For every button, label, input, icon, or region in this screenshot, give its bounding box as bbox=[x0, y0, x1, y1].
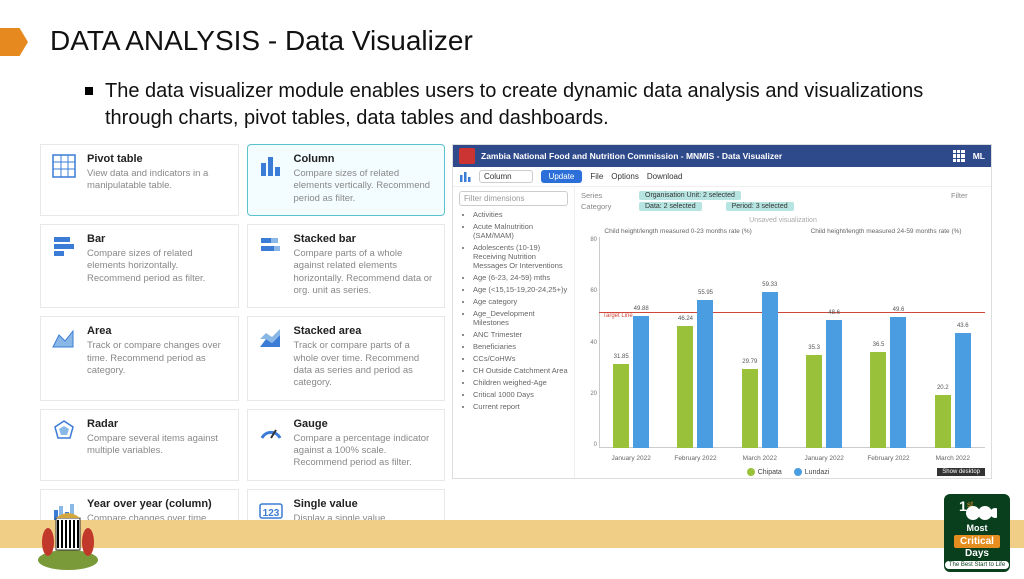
bar: 48.6 bbox=[826, 320, 842, 448]
viz-type-cards: Pivot tableView data and indicators in a… bbox=[40, 144, 445, 561]
menu-file[interactable]: File bbox=[590, 172, 603, 181]
chart-area: Series Organisation Unit: 2 selected Fil… bbox=[575, 187, 991, 478]
viz-card-radar[interactable]: RadarCompare several items against multi… bbox=[40, 409, 239, 481]
bar: 55.95 bbox=[697, 300, 713, 448]
bar: 49.88 bbox=[633, 316, 649, 448]
pivot-table-icon bbox=[51, 153, 77, 179]
dimension-item[interactable]: Children weighed-Age bbox=[473, 378, 568, 387]
column-icon bbox=[459, 171, 471, 183]
dimension-item[interactable]: Age (6-23, 24-59) mths bbox=[473, 273, 568, 282]
viz-card-pivot-table[interactable]: Pivot tableView data and indicators in a… bbox=[40, 144, 239, 216]
dimension-item[interactable]: Current report bbox=[473, 402, 568, 411]
gauge-icon bbox=[258, 418, 284, 444]
bullet-row: The data visualizer module enables users… bbox=[85, 78, 955, 132]
chip-orgunit[interactable]: Organisation Unit: 2 selected bbox=[639, 191, 741, 200]
accent-marker bbox=[0, 28, 28, 56]
area-icon bbox=[51, 325, 77, 351]
coat-of-arms bbox=[28, 504, 108, 574]
viz-type-select[interactable]: Column bbox=[479, 170, 533, 183]
unsaved-label: Unsaved visualization bbox=[581, 217, 985, 224]
bullet-square bbox=[85, 87, 93, 95]
dimension-item[interactable]: CH Outside Catchment Area bbox=[473, 366, 568, 375]
show-desktop[interactable]: Show desktop bbox=[937, 468, 985, 476]
apps-icon[interactable] bbox=[953, 150, 965, 162]
app-logo bbox=[459, 148, 475, 164]
page-title: DATA ANALYSIS - Data Visualizer bbox=[50, 25, 473, 57]
panel2-title: Child height/length measured 24-59 month… bbox=[811, 228, 962, 235]
app-toolbar: Column Update File Options Download bbox=[453, 167, 991, 187]
chip-period[interactable]: Period: 3 selected bbox=[726, 202, 794, 211]
dimension-item[interactable]: Adolescents (10-19) Receiving Nutrition … bbox=[473, 243, 568, 270]
bar: 35.3 bbox=[806, 355, 822, 448]
filter-dimensions-input[interactable]: Filter dimensions bbox=[459, 191, 568, 206]
data-visualizer-app: Zambia National Food and Nutrition Commi… bbox=[452, 144, 992, 479]
bar: 49.6 bbox=[890, 317, 906, 448]
menu-download[interactable]: Download bbox=[647, 172, 683, 181]
footer-ribbon bbox=[0, 520, 1024, 548]
bar: 59.33 bbox=[762, 292, 778, 448]
dimension-item[interactable]: Activities bbox=[473, 210, 568, 219]
svg-text:123: 123 bbox=[262, 508, 279, 519]
dimension-item[interactable]: Beneficiaries bbox=[473, 342, 568, 351]
viz-card-stacked-bar[interactable]: Stacked barCompare parts of a whole agai… bbox=[247, 224, 446, 308]
dimensions-panel: Filter dimensions Activities Acute Malnut… bbox=[453, 187, 575, 478]
bullet-text: The data visualizer module enables users… bbox=[105, 78, 955, 132]
bar: 46.24 bbox=[677, 326, 693, 448]
dimension-item[interactable]: CCs/CoHWs bbox=[473, 354, 568, 363]
bar: 31.85 bbox=[613, 364, 629, 448]
column-icon bbox=[258, 153, 284, 179]
radar-icon bbox=[51, 418, 77, 444]
viz-card-area[interactable]: AreaTrack or compare changes over time. … bbox=[40, 316, 239, 400]
app-title: Zambia National Food and Nutrition Commi… bbox=[481, 151, 782, 161]
bar: 36.5 bbox=[870, 352, 886, 448]
bar: 20.2 bbox=[935, 395, 951, 448]
dimension-item[interactable]: Age category bbox=[473, 297, 568, 306]
column-chart: 806040200 Target Line 31.8549.8846.2455.… bbox=[581, 237, 985, 476]
app-header: Zambia National Food and Nutrition Commi… bbox=[453, 145, 991, 167]
filter-label: Filter bbox=[951, 191, 985, 200]
category-label: Category bbox=[581, 202, 615, 211]
dimension-item[interactable]: Critical 1000 Days bbox=[473, 390, 568, 399]
bar-icon bbox=[51, 233, 77, 259]
1000-days-badge: 1st Most Critical Days The Best Start to… bbox=[944, 494, 1010, 572]
bar: 43.6 bbox=[955, 333, 971, 448]
stacked-area-icon bbox=[258, 325, 284, 351]
update-button[interactable]: Update bbox=[541, 170, 583, 183]
viz-card-gauge[interactable]: GaugeCompare a percentage indicator agai… bbox=[247, 409, 446, 481]
stacked-bar-icon bbox=[258, 233, 284, 259]
svg-text:1: 1 bbox=[959, 498, 967, 514]
viz-card-column[interactable]: ColumnCompare sizes of related elements … bbox=[247, 144, 446, 216]
dimension-item[interactable]: ANC Trimester bbox=[473, 330, 568, 339]
dimension-item[interactable]: Acute Malnutrition (SAM/MAM) bbox=[473, 222, 568, 240]
dimension-item[interactable]: Age_Development Milestones bbox=[473, 309, 568, 327]
user-initials[interactable]: ML bbox=[973, 151, 985, 161]
series-label: Series bbox=[581, 191, 615, 200]
viz-card-bar[interactable]: BarCompare sizes of related elements hor… bbox=[40, 224, 239, 308]
bar: 29.79 bbox=[742, 369, 758, 448]
footer bbox=[0, 548, 1024, 576]
chip-data[interactable]: Data: 2 selected bbox=[639, 202, 702, 211]
dimension-item[interactable]: Age (<15,15-19,20-24,25+)y bbox=[473, 285, 568, 294]
viz-card-stacked-area[interactable]: Stacked areaTrack or compare parts of a … bbox=[247, 316, 446, 400]
panel1-title: Child height/length measured 0-23 months… bbox=[604, 228, 751, 235]
menu-options[interactable]: Options bbox=[611, 172, 639, 181]
chart-legend: Chipata Lundazi bbox=[581, 468, 985, 476]
